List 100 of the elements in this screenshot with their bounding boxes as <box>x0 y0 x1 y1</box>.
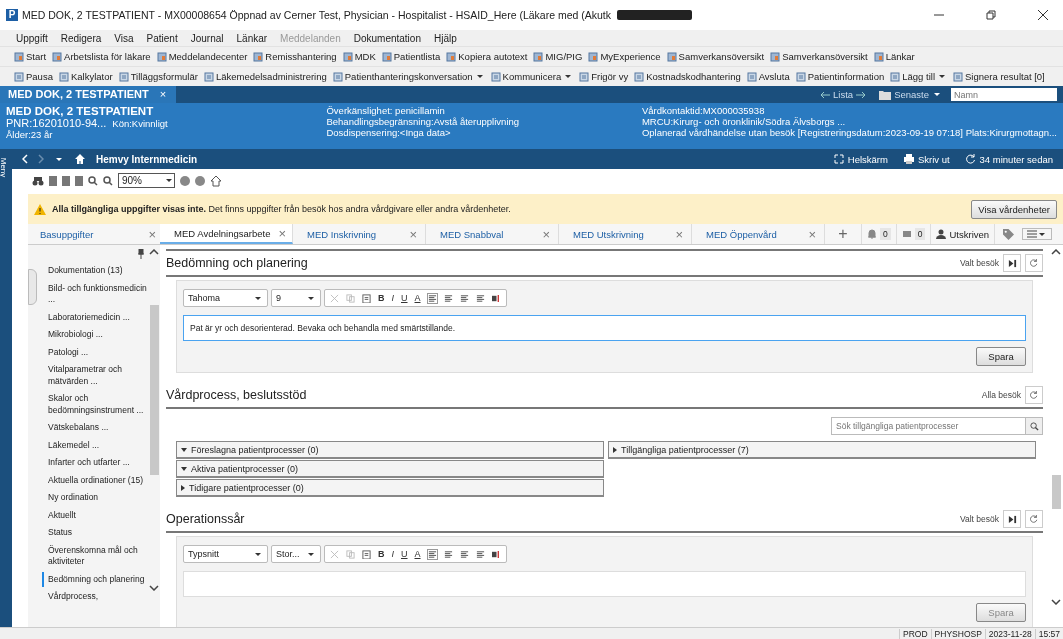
paste-icon[interactable] <box>362 293 371 303</box>
menu-item[interactable]: Journal <box>190 32 224 44</box>
font-dropdown[interactable]: Tahoma <box>183 289 268 307</box>
toolbar-button[interactable]: Patientinformation <box>795 71 885 82</box>
sidebar-item[interactable]: Patologi ... <box>42 344 148 360</box>
add-tab-button[interactable]: + <box>825 224 862 244</box>
toolbar-button[interactable]: Patienthanteringskonversation <box>332 71 485 82</box>
align-icon[interactable] <box>427 293 437 303</box>
tab[interactable]: MED Inskrivning × <box>293 224 426 244</box>
sidebar-item[interactable]: Överenskomna mål och aktiviteter <box>42 542 148 570</box>
format-button[interactable]: B <box>378 293 385 303</box>
toolbar-button[interactable]: Tilläggsformulär <box>118 71 198 82</box>
scroll-up-icon[interactable] <box>1051 249 1061 255</box>
show-care-units-button[interactable]: Visa vårdenheter <box>971 199 1057 219</box>
toolbar-button[interactable]: Läkemedelsadministrering <box>203 71 327 82</box>
inbox-icon[interactable] <box>901 229 912 239</box>
sidebar-item[interactable]: Ny ordination <box>42 490 148 506</box>
format-button[interactable]: I <box>391 549 394 559</box>
align-icon[interactable] <box>475 549 485 559</box>
toolbar-button[interactable]: Samverkansöversikt <box>666 51 765 62</box>
menu-item[interactable]: Redigera <box>60 32 102 44</box>
toolbar-button[interactable]: Arbetslista för läkare <box>52 51 151 62</box>
side-menu-label[interactable]: Meny <box>0 157 9 178</box>
align-icon[interactable] <box>443 549 453 559</box>
menu-button[interactable] <box>1022 228 1053 240</box>
format-button[interactable]: I <box>391 293 394 303</box>
toolbar-button[interactable]: MIG/PIG <box>533 51 583 62</box>
format-button[interactable]: B <box>378 549 385 559</box>
menu-item[interactable]: Dokumentation <box>353 32 421 44</box>
size-dropdown[interactable]: Stor... <box>271 545 321 563</box>
caret-icon[interactable] <box>934 93 940 96</box>
process-group-header[interactable]: Tillgängliga patientprocesser (7) <box>608 441 1036 459</box>
menu-item[interactable]: Hjälp <box>433 32 457 44</box>
sidebar-item[interactable]: Vitalparametrar och mätvärden ... <box>42 362 148 389</box>
sidebar-item[interactable]: Dokumentation (13) <box>42 263 148 279</box>
menu-item[interactable]: Visa <box>114 32 134 44</box>
format-button[interactable]: U <box>401 293 408 303</box>
back-icon[interactable] <box>22 154 28 164</box>
home-icon[interactable] <box>74 153 86 165</box>
pin-icon[interactable] <box>138 249 144 259</box>
scrollbar-thumb[interactable] <box>149 305 159 475</box>
align-icon[interactable] <box>459 549 469 559</box>
page-icon[interactable] <box>49 175 57 186</box>
toolbar-button[interactable]: Remisshantering <box>253 51 337 62</box>
toolbar-button[interactable]: Patientlista <box>381 51 441 62</box>
list-link[interactable]: Lista <box>833 89 854 100</box>
insert-icon[interactable] <box>491 549 501 559</box>
tab[interactable]: MED Snabbval × <box>426 224 559 244</box>
zoom-in-icon[interactable] <box>103 175 113 186</box>
fullscreen-icon[interactable] <box>833 154 844 164</box>
toolbar-button[interactable]: MyExperience <box>588 51 661 62</box>
align-icon[interactable] <box>427 549 437 559</box>
paste-icon[interactable] <box>362 549 371 559</box>
tab[interactable]: MED Öppenvård × <box>692 224 825 244</box>
scroll-up-icon[interactable] <box>149 249 159 255</box>
insert-icon[interactable] <box>491 293 501 303</box>
menu-item[interactable]: Uppgift <box>16 32 48 44</box>
align-icon[interactable] <box>475 293 485 303</box>
align-icon[interactable] <box>459 293 469 303</box>
format-button[interactable]: A <box>414 293 421 303</box>
panel-toggle-button[interactable] <box>1003 510 1021 528</box>
toolbar-button[interactable]: Pausa <box>14 71 53 82</box>
sidebar-item[interactable]: Vårdprocess, <box>42 589 148 605</box>
arrow-right-icon[interactable] <box>856 90 867 99</box>
circle-icon[interactable] <box>195 175 205 186</box>
process-search-field[interactable]: Sök tillgängliga patientprocesser <box>831 417 1026 435</box>
sidebar-item[interactable]: Status <box>42 525 148 541</box>
size-dropdown[interactable]: 9 <box>271 289 321 307</box>
toolbar-button[interactable]: Länkar <box>873 51 915 62</box>
tab[interactable]: MED Avdelningsarbete × <box>160 224 293 244</box>
arrow-left-icon[interactable] <box>820 90 831 99</box>
toolbar-button[interactable]: Frigör vy <box>579 71 629 82</box>
patient-status[interactable]: Utskriven <box>931 224 996 244</box>
tag-icon[interactable] <box>1003 228 1015 240</box>
text-editor-field[interactable] <box>183 571 1026 597</box>
tab[interactable]: MED Utskrivning × <box>559 224 692 244</box>
restore-icon[interactable] <box>985 9 997 21</box>
sidebar-item[interactable]: Mikrobiologi ... <box>42 327 148 343</box>
toolbar-button[interactable]: Samverkansöversikt <box>770 51 868 62</box>
print-button[interactable]: Skriv ut <box>917 153 950 165</box>
scrollbar-thumb[interactable] <box>1051 475 1061 509</box>
toolbar-button[interactable]: Meddelandecenter <box>156 51 248 62</box>
patient-search-field[interactable]: Namn <box>951 88 1057 101</box>
circle-icon[interactable] <box>180 175 190 186</box>
sidebar-item[interactable]: Laboratoriemedicin ... <box>42 309 148 325</box>
process-group-header[interactable]: Tidigare patientprocesser (0) <box>176 479 604 497</box>
sidebar-item[interactable]: Aktuellt <box>42 507 148 523</box>
toolbar-button[interactable]: Kopiera autotext <box>446 51 528 62</box>
scroll-down-icon[interactable] <box>1051 599 1061 605</box>
bell-icon[interactable] <box>867 229 877 239</box>
process-group-header[interactable]: Föreslagna patientprocesser (0) <box>176 441 604 459</box>
font-dropdown[interactable]: Typsnitt <box>183 545 268 563</box>
binoculars-icon[interactable] <box>32 175 44 186</box>
toolbar-button[interactable]: Kostnadskodhantering <box>634 71 741 82</box>
recent-dropdown[interactable]: Senaste <box>894 89 929 100</box>
menu-item[interactable]: Länkar <box>236 32 268 44</box>
align-icon[interactable] <box>443 293 453 303</box>
caret-icon[interactable] <box>56 157 62 161</box>
toolbar-button[interactable]: Kalkylator <box>58 71 113 82</box>
search-button[interactable] <box>1026 417 1043 435</box>
